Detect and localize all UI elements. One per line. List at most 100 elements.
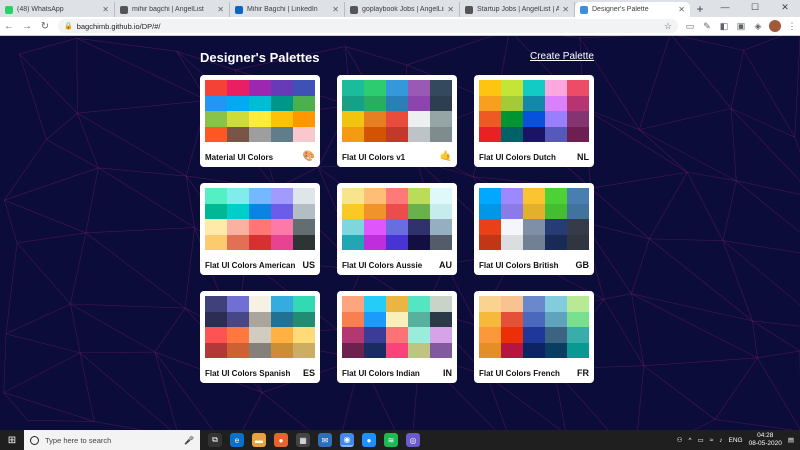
color-swatch — [523, 311, 545, 327]
chrome-icon[interactable]: ◉ — [340, 433, 354, 447]
color-swatch — [545, 327, 567, 343]
palette-card[interactable]: Material UI Colors 🎨 — [200, 75, 320, 167]
palette-card[interactable]: Flat UI Colors American US — [200, 183, 320, 275]
color-swatch — [408, 311, 430, 327]
palette-card[interactable]: Flat UI Colors French FR — [474, 291, 594, 383]
back-button[interactable]: ← — [0, 21, 18, 32]
color-swatch — [205, 126, 227, 142]
language-indicator[interactable]: ENG — [729, 437, 743, 444]
microphone-icon[interactable]: 🎤 — [184, 436, 194, 445]
color-swatch — [227, 95, 249, 111]
color-swatch — [479, 296, 501, 312]
reload-button[interactable]: ↻ — [36, 21, 54, 32]
eyedropper-icon[interactable]: ✎ — [701, 21, 713, 32]
palette-card[interactable]: Flat UI Colors Dutch NL — [474, 75, 594, 167]
color-swatch — [205, 296, 227, 312]
color-swatch — [386, 342, 408, 358]
palette-card[interactable]: Flat UI Colors Indian IN — [337, 291, 457, 383]
minimize-button[interactable]: — — [710, 0, 740, 15]
browser-tab[interactable]: Startup Jobs | AngelList | Ang ✕ — [460, 2, 575, 17]
background-line — [637, 365, 645, 430]
browser-tab[interactable]: mihir bagchi | AngelList ✕ — [115, 2, 230, 17]
color-swatch — [545, 80, 567, 96]
mail-icon[interactable]: ✉ — [318, 433, 332, 447]
color-swatch — [364, 80, 386, 96]
chevron-up-icon[interactable]: ^ — [688, 437, 691, 444]
taskbar-apps: ⧉ e ▬ ● ▦ ✉ ◉ ● ≋ ◎ — [208, 433, 420, 447]
close-tab-icon[interactable]: ✕ — [332, 5, 339, 14]
new-tab-button[interactable]: + — [690, 2, 710, 17]
app-icon[interactable]: ▦ — [296, 433, 310, 447]
browser-tab[interactable]: Designer's Palette ✕ — [575, 2, 690, 17]
tab-strip: (48) WhatsApp ✕ mihir bagchi | AngelList ✕ M… — [0, 2, 690, 17]
forward-button[interactable]: → — [18, 21, 36, 32]
notifications-icon[interactable]: ▤ — [788, 436, 794, 444]
color-swatch — [227, 342, 249, 358]
edge-icon[interactable]: e — [230, 433, 244, 447]
volume-icon[interactable]: ♪ — [719, 437, 722, 444]
close-tab-icon[interactable]: ✕ — [102, 5, 109, 14]
extension-icon[interactable]: ◧ — [718, 21, 730, 32]
close-tab-icon[interactable]: ✕ — [447, 5, 454, 14]
app-icon[interactable]: ◎ — [406, 433, 420, 447]
color-swatch — [479, 234, 501, 250]
menu-icon[interactable]: ⋮ — [786, 21, 798, 32]
spotify-icon[interactable]: ≋ — [384, 433, 398, 447]
close-tab-icon[interactable]: ✕ — [562, 5, 569, 14]
close-tab-icon[interactable]: ✕ — [217, 5, 224, 14]
file-explorer-icon[interactable]: ▬ — [252, 433, 266, 447]
color-swatch — [408, 188, 430, 204]
create-palette-link[interactable]: Create Palette — [530, 51, 594, 62]
firefox-dev-icon[interactable]: ● — [362, 433, 376, 447]
color-swatch — [364, 95, 386, 111]
background-line — [406, 36, 493, 66]
color-swatch — [501, 126, 523, 142]
color-swatch — [205, 219, 227, 235]
windows-start-icon[interactable]: ⊞ — [0, 435, 24, 446]
color-swatch — [386, 95, 408, 111]
battery-icon[interactable]: ▭ — [698, 436, 704, 444]
people-icon[interactable]: ⚇ — [677, 436, 683, 444]
close-tab-icon[interactable]: ✕ — [678, 5, 685, 14]
palette-emoji: 🤙 — [439, 151, 452, 162]
background-line — [154, 307, 186, 353]
color-swatch — [523, 234, 545, 250]
address-bar[interactable]: 🔒 bagchimb.github.io/DP/#/ ☆ — [58, 19, 678, 33]
background-line — [649, 238, 723, 241]
color-swatch — [501, 342, 523, 358]
browser-tab[interactable]: Mihir Bagchi | LinkedIn ✕ — [230, 2, 345, 17]
taskbar-search[interactable]: Type here to search 🎤 — [24, 430, 200, 450]
window-controls: — ☐ ✕ — [710, 0, 800, 15]
background-line — [76, 37, 177, 52]
cast-icon[interactable]: ▭ — [684, 21, 696, 32]
background-line — [687, 171, 737, 182]
task-view-icon[interactable]: ⧉ — [208, 433, 222, 447]
extension-icon[interactable]: ◈ — [752, 21, 764, 32]
background-line — [85, 232, 186, 309]
palette-card[interactable]: Flat UI Colors v1 🤙 — [337, 75, 457, 167]
background-line — [77, 112, 187, 177]
palette-swatches — [205, 80, 315, 142]
country-code: NL — [577, 152, 589, 162]
color-swatch — [271, 296, 293, 312]
firefox-icon[interactable]: ● — [274, 433, 288, 447]
color-swatch — [227, 80, 249, 96]
palette-card[interactable]: Flat UI Colors Aussie AU — [337, 183, 457, 275]
browser-tab[interactable]: (48) WhatsApp ✕ — [0, 2, 115, 17]
profile-avatar[interactable] — [769, 20, 781, 32]
wifi-icon[interactable]: ≈ — [710, 437, 714, 444]
browser-tab[interactable]: goplaybook Jobs | AngelList ✕ — [345, 2, 460, 17]
background-line — [85, 227, 195, 234]
palette-card[interactable]: Flat UI Colors British GB — [474, 183, 594, 275]
color-swatch — [293, 219, 315, 235]
background-line — [561, 36, 580, 39]
background-line — [70, 232, 87, 305]
maximize-button[interactable]: ☐ — [740, 0, 770, 15]
color-swatch — [386, 188, 408, 204]
palette-swatches — [342, 80, 452, 142]
close-window-button[interactable]: ✕ — [770, 0, 800, 15]
palette-card[interactable]: Flat UI Colors Spanish ES — [200, 291, 320, 383]
clock[interactable]: 04:28 08-05-2020 — [749, 432, 782, 448]
bookmark-star-icon[interactable]: ☆ — [664, 21, 672, 32]
extension-icon[interactable]: ▣ — [735, 21, 747, 32]
